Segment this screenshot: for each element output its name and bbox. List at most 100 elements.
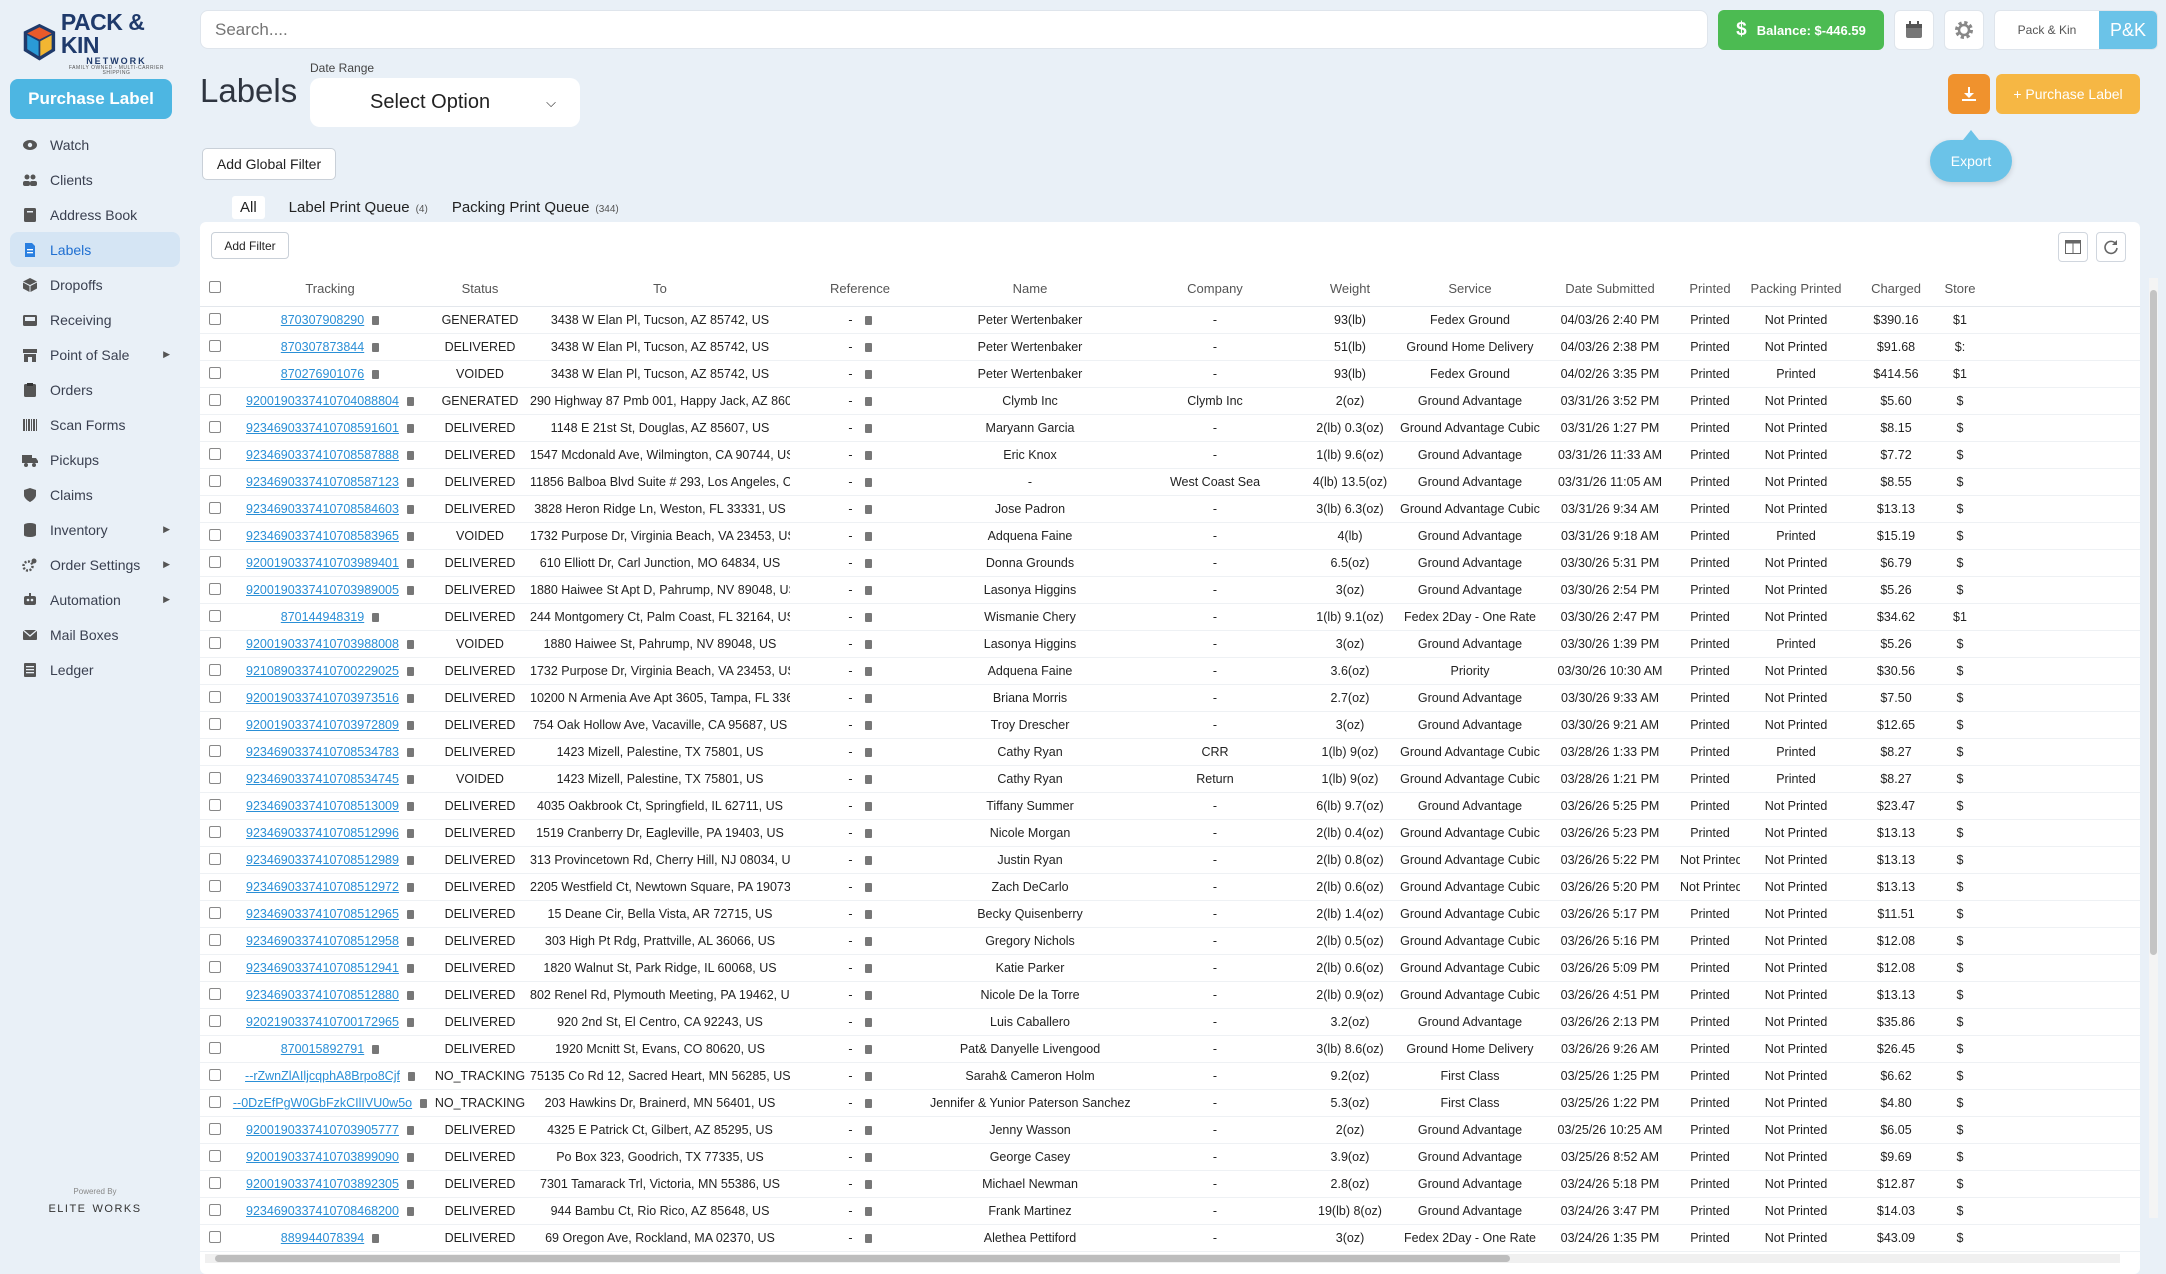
- copy-icon[interactable]: [406, 1153, 414, 1163]
- edit-reference-icon[interactable]: [864, 1153, 872, 1163]
- edit-reference-icon[interactable]: [864, 1126, 872, 1136]
- table-row[interactable]: 9200190337410703899090 DELIVERED Po Box 32…: [200, 1144, 2140, 1171]
- copy-icon[interactable]: [406, 721, 414, 731]
- copy-icon[interactable]: [372, 613, 380, 623]
- table-row[interactable]: 870307908290 GENERATED 3438 W Elan Pl, Tuc…: [200, 307, 2140, 334]
- copy-icon[interactable]: [406, 424, 414, 434]
- table-row[interactable]: 870276901076 VOIDED 3438 W Elan Pl, Tucson…: [200, 361, 2140, 388]
- tracking-link[interactable]: 9234690337410708468200: [246, 1204, 399, 1218]
- table-row[interactable]: 9200190337410703905777 DELIVERED 4325 E Pa…: [200, 1117, 2140, 1144]
- sidebar-item-mail-boxes[interactable]: Mail Boxes: [10, 617, 180, 652]
- table-row[interactable]: 9234690337410708591601 DELIVERED 1148 E 21…: [200, 415, 2140, 442]
- tracking-link[interactable]: 9200190337410703989401: [246, 556, 399, 570]
- edit-reference-icon[interactable]: [864, 694, 872, 704]
- edit-reference-icon[interactable]: [864, 370, 872, 380]
- tracking-link[interactable]: 9200190337410704088804: [246, 394, 399, 408]
- tracking-link[interactable]: 870307908290: [281, 313, 364, 327]
- table-row[interactable]: 889944078394 DELIVERED 69 Oregon Ave, Rock…: [200, 1225, 2140, 1252]
- copy-icon[interactable]: [406, 910, 414, 920]
- purchase-label-sidebar-button[interactable]: Purchase Label: [10, 79, 172, 119]
- columns-button[interactable]: [2058, 232, 2088, 262]
- edit-reference-icon[interactable]: [864, 1207, 872, 1217]
- table-row[interactable]: 9210890337410700229025 DELIVERED 1732 Purp…: [200, 658, 2140, 685]
- date-range-select[interactable]: Select Option ⌵: [310, 78, 580, 127]
- row-checkbox[interactable]: [200, 1041, 230, 1057]
- tracking-link[interactable]: 9200190337410703905777: [246, 1123, 399, 1137]
- copy-icon[interactable]: [406, 667, 414, 677]
- edit-reference-icon[interactable]: [864, 721, 872, 731]
- balance-button[interactable]: $ Balance: $-446.59: [1718, 10, 1884, 50]
- row-checkbox[interactable]: [200, 393, 230, 409]
- row-checkbox[interactable]: [200, 555, 230, 571]
- copy-icon[interactable]: [406, 559, 414, 569]
- table-row[interactable]: 9234690337410708534745 VOIDED 1423 Mizell,…: [200, 766, 2140, 793]
- brand-logo[interactable]: PACK & KIN NETWORK FAMILY OWNED · MULTI-…: [22, 10, 172, 75]
- export-button[interactable]: [1948, 74, 1990, 114]
- table-row[interactable]: 870144948319 DELIVERED 244 Montgomery Ct, …: [200, 604, 2140, 631]
- table-row[interactable]: 9200190337410703989005 DELIVERED 1880 Haiw…: [200, 577, 2140, 604]
- table-row[interactable]: --rZwnZlAIljcqphA8Brpo8Cjf NO_TRACKING 751…: [200, 1063, 2140, 1090]
- copy-icon[interactable]: [406, 1207, 414, 1217]
- tracking-link[interactable]: 870015892791: [281, 1042, 364, 1056]
- column-header[interactable]: Printed: [1680, 281, 1740, 296]
- table-row[interactable]: 9234690337410708534783 DELIVERED 1423 Mize…: [200, 739, 2140, 766]
- row-checkbox[interactable]: [200, 474, 230, 490]
- tab-packing-print-queue[interactable]: Packing Print Queue (344): [452, 199, 619, 216]
- tracking-link[interactable]: 9200190337410703988008: [246, 637, 399, 651]
- edit-reference-icon[interactable]: [864, 505, 872, 515]
- tracking-link[interactable]: 889944078394: [281, 1231, 364, 1245]
- row-checkbox[interactable]: [200, 312, 230, 328]
- edit-reference-icon[interactable]: [864, 883, 872, 893]
- row-checkbox[interactable]: [200, 636, 230, 652]
- copy-icon[interactable]: [406, 991, 414, 1001]
- tracking-link[interactable]: 9234690337410708591601: [246, 421, 399, 435]
- tracking-link[interactable]: 9234690337410708512972: [246, 880, 399, 894]
- tracking-link[interactable]: --0DzEfPgW0GbFzkCIlIVU0w5o: [233, 1096, 412, 1110]
- edit-reference-icon[interactable]: [864, 343, 872, 353]
- edit-reference-icon[interactable]: [864, 1180, 872, 1190]
- tracking-link[interactable]: 9200190337410703892305: [246, 1177, 399, 1191]
- sidebar-item-dropoffs[interactable]: Dropoffs: [10, 267, 180, 302]
- tracking-link[interactable]: 9234690337410708512958: [246, 934, 399, 948]
- column-header[interactable]: Charged: [1852, 281, 1940, 296]
- tracking-link[interactable]: 9210890337410700229025: [246, 664, 399, 678]
- copy-icon[interactable]: [406, 1018, 414, 1028]
- copy-icon[interactable]: [406, 883, 414, 893]
- column-header[interactable]: To: [530, 281, 790, 296]
- column-header[interactable]: Date Submitted: [1540, 281, 1680, 296]
- row-checkbox[interactable]: [200, 1149, 230, 1165]
- row-checkbox[interactable]: [200, 420, 230, 436]
- sidebar-item-ledger[interactable]: Ledger: [10, 652, 180, 687]
- edit-reference-icon[interactable]: [864, 1072, 872, 1082]
- column-header[interactable]: Reference: [790, 281, 930, 296]
- row-checkbox[interactable]: [200, 987, 230, 1003]
- copy-icon[interactable]: [406, 775, 414, 785]
- row-checkbox[interactable]: [200, 528, 230, 544]
- add-global-filter-button[interactable]: Add Global Filter: [202, 148, 336, 180]
- tracking-link[interactable]: 870276901076: [281, 367, 364, 381]
- calendar-button[interactable]: [1894, 10, 1934, 50]
- sidebar-item-address-book[interactable]: Address Book: [10, 197, 180, 232]
- table-row[interactable]: 9202190337410700172965 DELIVERED 920 2nd S…: [200, 1009, 2140, 1036]
- table-row[interactable]: 9234690337410708512989 DELIVERED 313 Provi…: [200, 847, 2140, 874]
- table-row[interactable]: 9200190337410703892305 DELIVERED 7301 Tama…: [200, 1171, 2140, 1198]
- row-checkbox[interactable]: [200, 960, 230, 976]
- copy-icon[interactable]: [406, 397, 414, 407]
- column-header[interactable]: Name: [930, 281, 1130, 296]
- sidebar-item-orders[interactable]: Orders: [10, 372, 180, 407]
- edit-reference-icon[interactable]: [864, 856, 872, 866]
- table-row[interactable]: 9234690337410708512941 DELIVERED 1820 Waln…: [200, 955, 2140, 982]
- edit-reference-icon[interactable]: [864, 667, 872, 677]
- table-row[interactable]: 9234690337410708584603 DELIVERED 3828 Hero…: [200, 496, 2140, 523]
- edit-reference-icon[interactable]: [864, 964, 872, 974]
- sidebar-item-pickups[interactable]: Pickups: [10, 442, 180, 477]
- tracking-link[interactable]: 9200190337410703899090: [246, 1150, 399, 1164]
- table-row[interactable]: 9234690337410708587123 DELIVERED 11856 Bal…: [200, 469, 2140, 496]
- edit-reference-icon[interactable]: [864, 829, 872, 839]
- edit-reference-icon[interactable]: [864, 478, 872, 488]
- row-checkbox[interactable]: [200, 825, 230, 841]
- edit-reference-icon[interactable]: [864, 424, 872, 434]
- table-row[interactable]: --0DzEfPgW0GbFzkCIlIVU0w5o NO_TRACKING 203…: [200, 1090, 2140, 1117]
- sidebar-item-clients[interactable]: Clients: [10, 162, 180, 197]
- column-header[interactable]: Store: [1940, 281, 1980, 296]
